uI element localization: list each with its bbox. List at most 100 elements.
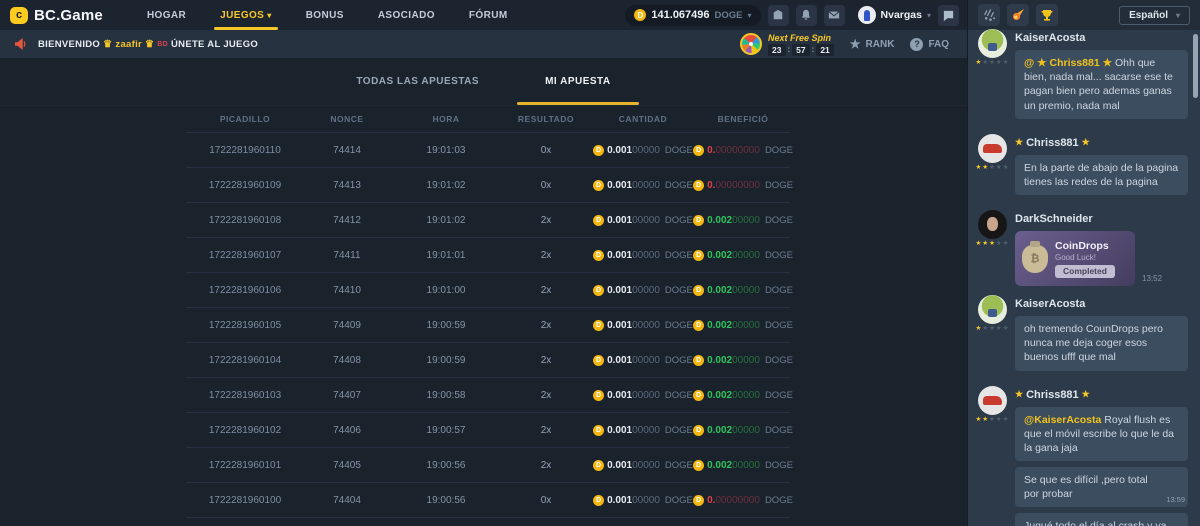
- nav-item-juegos[interactable]: JUEGOS▾: [218, 0, 274, 30]
- table-row[interactable]: 17222819601087441219:01:022xD0.00100000D…: [186, 203, 790, 238]
- bet-time: 19:01:02: [390, 180, 502, 191]
- table-row[interactable]: 17222819601037440719:00:582xD0.00100000D…: [186, 378, 790, 413]
- nav-item-forum[interactable]: FÓRUM: [467, 0, 510, 30]
- bet-result: 2x: [502, 390, 590, 401]
- messages-button[interactable]: [824, 5, 845, 26]
- table-row[interactable]: 17222819601107441419:01:030xD0.00100000D…: [186, 133, 790, 168]
- chat-message: ★★★★★DarkSchneider₿CoinDropsGood Luck!Co…: [976, 210, 1188, 286]
- bet-hash: 1722281960102: [186, 425, 304, 436]
- user-rating: ★★★★★: [975, 326, 1008, 333]
- mention-link[interactable]: @ ★ Chriss881 ★: [1024, 57, 1112, 69]
- star-icon: ★: [996, 326, 1002, 333]
- bet-amount: D0.00100000DOGE: [590, 355, 696, 366]
- tab-todas-las-apuestas[interactable]: TODAS LAS APUESTAS: [328, 58, 507, 105]
- nav-item-bonus[interactable]: BONUS: [304, 0, 346, 30]
- column-header-nonce: NONCE: [304, 114, 390, 124]
- table-row[interactable]: 17222819601027440619:00:572xD0.00100000D…: [186, 413, 790, 448]
- bets-table: PICADILLO NONCE HORA RESULTADO CANTIDAD …: [186, 106, 790, 518]
- chat-bubble: En la parte de abajo de la pagina tienes…: [1015, 155, 1188, 195]
- banner-right: Next Free Spin 23 : 57 : 21 ★ RANK: [740, 33, 953, 56]
- star-icon: ★: [1015, 137, 1023, 148]
- bet-time: 19:01:03: [390, 145, 502, 156]
- table-row[interactable]: 17222819601067441019:01:002xD0.00100000D…: [186, 273, 790, 308]
- avatar[interactable]: [978, 210, 1007, 239]
- message-timestamp: 13:52: [1142, 274, 1162, 286]
- free-spin-widget[interactable]: Next Free Spin 23 : 57 : 21: [740, 33, 834, 56]
- bet-hash: 1722281960103: [186, 390, 304, 401]
- bet-time: 19:00:57: [390, 425, 502, 436]
- table-row[interactable]: 17222819601047440819:00:592xD0.00100000D…: [186, 343, 790, 378]
- rain-icon: [983, 9, 996, 22]
- avatar[interactable]: [978, 295, 1007, 324]
- user-menu[interactable]: Nvargas ▾: [858, 6, 931, 24]
- star-icon: ★: [1003, 60, 1009, 67]
- table-row[interactable]: 17222819601057440919:00:592xD0.00100000D…: [186, 308, 790, 343]
- balance-selector[interactable]: D 141.067496 DOGE ▾: [625, 5, 760, 26]
- bet-result: 2x: [502, 320, 590, 331]
- tab-mi-apuesta[interactable]: MI APUESTA: [517, 58, 639, 105]
- crown-icon: ♛: [145, 39, 154, 50]
- table-row[interactable]: 17222819601007440419:00:560xD0.00100000D…: [186, 483, 790, 518]
- star-icon: ★: [1003, 165, 1009, 172]
- chat-scrollbar[interactable]: [1193, 34, 1198, 98]
- bet-hash: 1722281960104: [186, 355, 304, 366]
- top-nav: c BC.Game HOGAR JUEGOS▾ BONUS ASOCIADO F…: [0, 0, 967, 30]
- coindrops-card[interactable]: ₿CoinDropsGood Luck!Completed: [1015, 231, 1135, 286]
- bet-amount: D0.00100000DOGE: [590, 145, 696, 156]
- doge-coin-icon: D: [593, 355, 604, 366]
- avatar[interactable]: [978, 134, 1007, 163]
- doge-coin-icon: D: [693, 460, 704, 471]
- chat-bubble: Jugué todo el día al crash y ya me canso: [1015, 513, 1188, 526]
- bet-amount: D0.00100000DOGE: [590, 250, 696, 261]
- coindrops-status: Completed: [1055, 265, 1115, 278]
- chat-username[interactable]: KaiserAcosta: [1015, 298, 1188, 310]
- chat-bubble: @ ★ Chriss881 ★ Ohh que bien, nada mal..…: [1015, 50, 1188, 119]
- star-icon: ★: [996, 417, 1002, 424]
- bet-time: 19:01:01: [390, 250, 502, 261]
- bcgame-logo-text: BC.Game: [34, 7, 103, 24]
- bet-nonce: 74404: [304, 495, 390, 506]
- star-icon: ★: [975, 165, 981, 172]
- table-row[interactable]: 17222819601097441319:01:020xD0.00100000D…: [186, 168, 790, 203]
- chat-username[interactable]: KaiserAcosta: [1015, 32, 1188, 44]
- doge-coin-icon: D: [593, 425, 604, 436]
- chat-bubble: oh tremendo CounDrops pero nunca me deja…: [1015, 316, 1188, 371]
- spin-timer: 23 : 57 : 21: [768, 44, 834, 56]
- bet-result: 2x: [502, 425, 590, 436]
- avatar[interactable]: [978, 29, 1007, 58]
- rank-link[interactable]: ★ RANK: [850, 37, 895, 51]
- doge-coin-icon: D: [593, 250, 604, 261]
- bet-nonce: 74407: [304, 390, 390, 401]
- bc-game-app: c BC.Game HOGAR JUEGOS▾ BONUS ASOCIADO F…: [0, 0, 1200, 526]
- bet-time: 19:01:00: [390, 285, 502, 296]
- chat-message: ★★★★★ KaiserAcosta oh tremendo CounDrops p…: [976, 295, 1188, 377]
- bet-time: 19:00:59: [390, 320, 502, 331]
- table-row[interactable]: 17222819601077441119:01:012xD0.00100000D…: [186, 238, 790, 273]
- bet-profit: D0.00200000DOGE: [696, 355, 790, 366]
- table-row[interactable]: 17222819601017440519:00:562xD0.00100000D…: [186, 448, 790, 483]
- bet-hash: 1722281960101: [186, 460, 304, 471]
- doge-coin-icon: D: [593, 495, 604, 506]
- nav-item-asociado[interactable]: ASOCIADO: [376, 0, 437, 30]
- chat-username[interactable]: DarkSchneider: [1015, 213, 1188, 225]
- chat-bubble-icon: [942, 9, 955, 22]
- spin-label: Next Free Spin: [768, 33, 834, 43]
- wallet-button[interactable]: [768, 5, 789, 26]
- bet-amount: D0.00100000DOGE: [590, 425, 696, 436]
- bcgame-logo[interactable]: c BC.Game: [10, 7, 103, 24]
- chat-username[interactable]: ★Chriss881★: [1015, 389, 1188, 401]
- avatar[interactable]: [978, 386, 1007, 415]
- language-selector[interactable]: Español ▾: [1119, 6, 1190, 25]
- faq-link[interactable]: ? FAQ: [910, 38, 949, 51]
- bet-nonce: 74405: [304, 460, 390, 471]
- welcome-username[interactable]: zaafir: [115, 39, 142, 50]
- chat-username[interactable]: ★Chriss881★: [1015, 137, 1188, 149]
- mention-link[interactable]: @KaiserAcosta: [1024, 414, 1101, 426]
- user-rating: ★★★★★: [975, 417, 1008, 424]
- notifications-button[interactable]: [796, 5, 817, 26]
- nav-item-hogar[interactable]: HOGAR: [145, 0, 188, 30]
- star-icon: ★: [982, 241, 988, 248]
- chat-toggle-button[interactable]: [938, 5, 959, 26]
- doge-coin-icon: D: [693, 180, 704, 191]
- timer-minutes: 57: [792, 44, 809, 56]
